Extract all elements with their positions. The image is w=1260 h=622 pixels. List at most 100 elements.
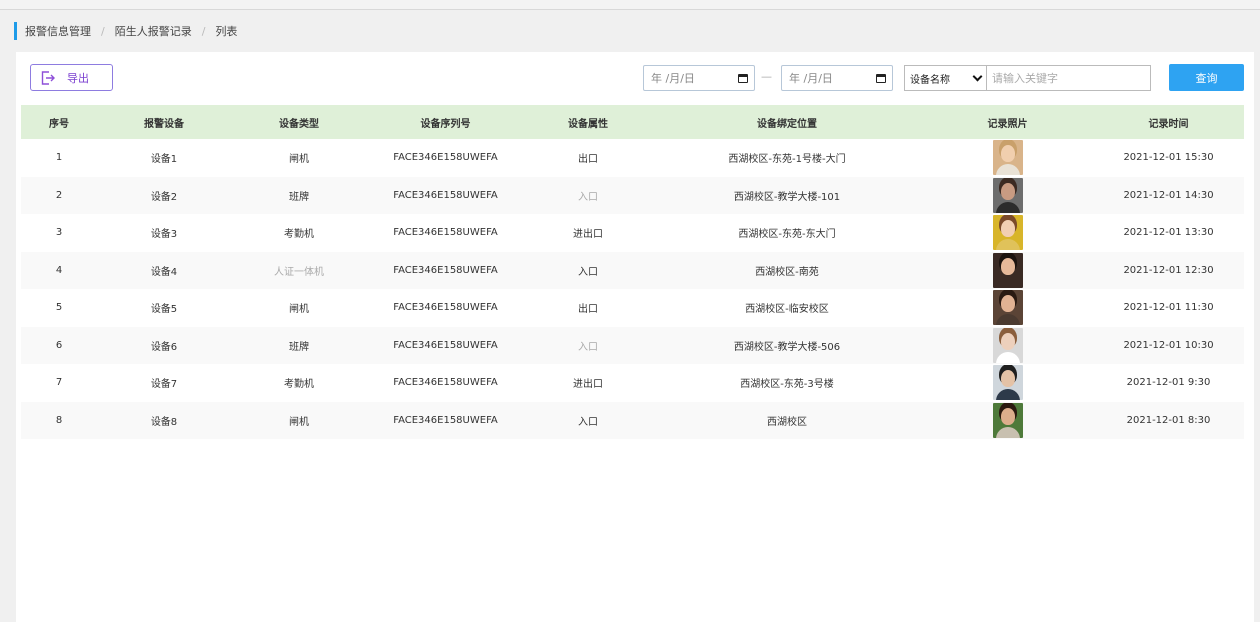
breadcrumb-item-alarm-management[interactable]: 报警信息管理 — [25, 23, 91, 39]
column-header: 报警设备 — [97, 105, 231, 139]
cell-no: 6 — [21, 326, 97, 364]
cell-device: 设备4 — [97, 251, 231, 289]
cell-device: 设备5 — [150, 304, 178, 316]
export-button-label: 导出 — [67, 71, 89, 85]
calendar-icon[interactable] — [876, 73, 886, 83]
breadcrumb-separator: / — [201, 24, 206, 38]
cell-serial: FACE346E158UWEFA — [367, 401, 524, 439]
cell-no: 1 — [55, 152, 63, 164]
table-row[interactable]: 4 设备4 人证一体机 FACE346E158UWEFA 入口 西湖校区-南苑 2021-1… — [21, 251, 1244, 289]
column-header: 设备序列号 — [367, 105, 524, 139]
cell-time: 2021-12-01 11:30 — [1123, 302, 1214, 314]
cell-serial: FACE346E158UWEFA — [367, 326, 524, 364]
cell-type: 闸机 — [231, 401, 367, 439]
cell-location: 西湖校区-教学大楼-101 — [652, 176, 922, 214]
breadcrumb-item-stranger-alarm[interactable]: 陌生人报警记录 — [115, 23, 192, 39]
device-select-value: 设备名称 — [910, 74, 950, 86]
table-row[interactable]: 5 设备5 闸机 FACE346E158UWEFA 出口 西湖校区-临安校区 2021-12… — [21, 289, 1244, 327]
cell-type: 闸机 — [289, 154, 309, 166]
keyword-input[interactable] — [986, 65, 1151, 91]
cell-photo — [922, 214, 1093, 252]
photo-figure — [995, 164, 1020, 176]
photo-face — [1000, 407, 1015, 425]
cell-photo — [922, 401, 1093, 439]
cell-no: 3 — [55, 227, 63, 239]
table-body: 1 设备1 闸机 FACE346E158UWEFA 出口 西湖校区-东苑-1号楼-大门 20… — [21, 139, 1244, 439]
cell-time: 2021-12-01 14:30 — [1093, 176, 1244, 214]
cell-photo — [922, 326, 1093, 364]
cell-attr: 入口 — [524, 176, 652, 214]
column-header: 设备属性 — [524, 105, 652, 139]
photo-face — [1000, 220, 1015, 238]
search-button[interactable]: 查询 — [1169, 64, 1244, 91]
photo-figure — [995, 239, 1020, 251]
cell-device: 设备7 — [150, 379, 178, 391]
cell-time: 2021-12-01 10:30 — [1093, 326, 1244, 364]
date-start-placeholder: 年 /月/日 — [651, 72, 695, 85]
record-photo[interactable] — [992, 402, 1023, 438]
device-field-select[interactable]: 设备名称 — [904, 65, 986, 91]
cell-location: 西湖校区-临安校区 — [745, 304, 829, 316]
cell-photo — [922, 176, 1093, 214]
cell-type: 考勤机 — [284, 229, 314, 241]
cell-time: 2021-12-01 13:30 — [1123, 227, 1214, 239]
chevron-down-icon — [972, 71, 983, 81]
cell-no: 8 — [21, 401, 97, 439]
cell-attr: 进出口 — [573, 229, 603, 241]
cell-attr: 出口 — [578, 154, 598, 166]
cell-no: 5 — [55, 302, 63, 314]
cell-location: 西湖校区-教学大楼-506 — [652, 326, 922, 364]
breadcrumb-separator: / — [101, 24, 105, 38]
table-header-row: 序号 报警设备 设备类型 设备序列号 设备属性 设备绑定位置 记录照片 记录时间 — [21, 105, 1244, 139]
cell-device: 设备2 — [97, 176, 231, 214]
calendar-icon[interactable] — [738, 73, 748, 83]
record-photo[interactable] — [992, 177, 1023, 213]
cell-time: 2021-12-01 8:30 — [1093, 401, 1244, 439]
cell-serial: FACE346E158UWEFA — [367, 251, 524, 289]
column-header: 序号 — [21, 105, 97, 139]
column-header: 设备类型 — [231, 105, 367, 139]
cell-device: 设备1 — [150, 154, 178, 166]
export-icon — [41, 70, 55, 85]
cell-serial: FACE346E158UWEFA — [393, 227, 498, 239]
column-header: 记录照片 — [922, 105, 1093, 139]
cell-device: 设备6 — [97, 326, 231, 364]
record-photo[interactable] — [992, 327, 1023, 363]
window-top-bar — [0, 0, 1260, 10]
content-panel: 导出 年 /月/日 — 年 /月/日 设备名称 查询 序号 报警设备 设备类型 … — [16, 52, 1254, 622]
date-range-separator: — — [761, 70, 772, 83]
cell-attr: 进出口 — [573, 379, 603, 391]
table-row[interactable]: 1 设备1 闸机 FACE346E158UWEFA 出口 西湖校区-东苑-1号楼-大门 20… — [21, 139, 1244, 177]
cell-location: 西湖校区 — [652, 401, 922, 439]
cell-no: 4 — [21, 251, 97, 289]
export-button[interactable]: 导出 — [30, 64, 113, 91]
record-photo[interactable] — [992, 290, 1023, 326]
cell-location: 西湖校区-东苑-东大门 — [738, 229, 836, 241]
cell-serial: FACE346E158UWEFA — [393, 152, 498, 164]
cell-time: 2021-12-01 15:30 — [1123, 152, 1214, 164]
cell-serial: FACE346E158UWEFA — [367, 176, 524, 214]
alarm-records-table: 序号 报警设备 设备类型 设备序列号 设备属性 设备绑定位置 记录照片 记录时间… — [21, 105, 1244, 439]
cell-location: 西湖校区-南苑 — [652, 251, 922, 289]
table-row[interactable]: 6 设备6 班牌 FACE346E158UWEFA 入口 西湖校区-教学大楼-506 202… — [21, 326, 1244, 364]
table-row[interactable]: 7 设备7 考勤机 FACE346E158UWEFA 进出口 西湖校区-东苑-3号楼 202… — [21, 364, 1244, 402]
cell-attr: 出口 — [578, 304, 598, 316]
date-end-input[interactable]: 年 /月/日 — [781, 65, 893, 91]
cell-photo — [922, 289, 1093, 327]
table-row[interactable]: 3 设备3 考勤机 FACE346E158UWEFA 进出口 西湖校区-东苑-东大门 202… — [21, 214, 1244, 252]
record-photo[interactable] — [992, 140, 1023, 176]
table-row[interactable]: 8 设备8 闸机 FACE346E158UWEFA 入口 西湖校区 2021-12-01 8… — [21, 401, 1244, 439]
record-photo[interactable] — [992, 365, 1023, 401]
date-start-input[interactable]: 年 /月/日 — [643, 65, 755, 91]
photo-face — [1000, 295, 1015, 313]
photo-figure — [995, 389, 1020, 401]
table-row[interactable]: 2 设备2 班牌 FACE346E158UWEFA 入口 西湖校区-教学大楼-101 202… — [21, 176, 1244, 214]
breadcrumb: 报警信息管理 / 陌生人报警记录 / 列表 — [14, 22, 237, 40]
record-photo[interactable] — [992, 252, 1023, 288]
record-photo[interactable] — [992, 215, 1023, 251]
breadcrumb-item-list: 列表 — [215, 25, 238, 38]
cell-location: 西湖校区-东苑-3号楼 — [740, 379, 834, 391]
column-header: 记录时间 — [1093, 105, 1244, 139]
cell-attr: 入口 — [524, 401, 652, 439]
photo-face — [1000, 145, 1015, 163]
